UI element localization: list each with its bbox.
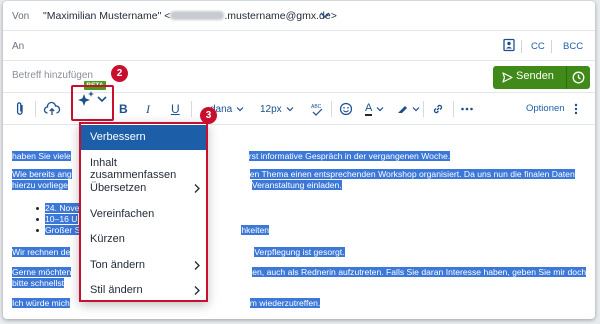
divider — [521, 40, 522, 53]
font-color-a: A — [365, 101, 373, 116]
list-bullet — [36, 207, 39, 210]
step-badge-2: 2 — [111, 65, 128, 82]
menu-item[interactable]: Stil ändern — [81, 278, 206, 303]
font-color-select[interactable]: A — [365, 101, 385, 117]
to-row: An CC BCC — [3, 31, 595, 61]
divider — [35, 101, 36, 117]
from-row: Von "Maximilian Mustername" < .mustername… — [3, 1, 595, 31]
italic-button[interactable]: I — [146, 101, 150, 117]
divider — [566, 66, 567, 89]
chevron-down-icon — [236, 107, 244, 112]
ai-actions-menu: Verbessern Inhalt zusammenfassen Übersetze… — [79, 122, 208, 302]
bcc-button[interactable]: BCC — [563, 41, 583, 52]
cc-button[interactable]: CC — [531, 41, 545, 52]
menu-item[interactable]: Verbessern — [81, 125, 206, 150]
bold-button[interactable]: B — [119, 101, 128, 117]
address-book-icon[interactable] — [502, 38, 516, 52]
send-button[interactable]: Senden — [493, 66, 566, 89]
chevron-down-icon[interactable] — [318, 8, 332, 22]
divider — [551, 40, 552, 53]
svg-text:ABC: ABC — [311, 104, 322, 110]
to-label: An — [12, 41, 25, 52]
chevron-down-icon — [412, 107, 420, 112]
list-bullet — [36, 229, 39, 232]
menu-item[interactable]: Kürzen — [81, 227, 206, 252]
menu-item-label: Verbessern — [90, 131, 146, 143]
attachment-icon[interactable] — [14, 101, 26, 117]
options-button[interactable]: Optionen — [526, 103, 565, 114]
menu-item-label: Ton ändern — [90, 258, 146, 271]
from-name: "Maximilian Mustername" < — [43, 10, 171, 22]
step-badge-3: 3 — [200, 107, 217, 124]
divider — [423, 101, 424, 117]
menu-item[interactable]: Inhalt zusammenfassen — [81, 151, 206, 181]
font-size-value: 12px — [260, 103, 282, 115]
body-paragraph: haben Sie viele rst informative Gespräch … — [12, 151, 451, 161]
link-icon[interactable] — [431, 101, 445, 117]
send-label: Senden — [516, 70, 554, 82]
schedule-clock-icon[interactable] — [572, 71, 585, 84]
send-button-group: Senden — [493, 66, 590, 89]
email-redaction — [170, 11, 225, 20]
spellcheck-icon[interactable]: ABC — [310, 101, 324, 117]
chevron-down-icon — [286, 107, 294, 112]
emoji-icon[interactable] — [339, 101, 353, 117]
from-label: Von — [12, 11, 30, 22]
highlight-color-select[interactable] — [395, 101, 421, 117]
menu-item[interactable]: Ton ändern — [81, 253, 206, 278]
menu-item[interactable]: Übersetzen — [81, 176, 206, 201]
menu-item-label: Stil ändern — [90, 284, 143, 296]
font-size-select[interactable]: 12px — [260, 101, 295, 117]
ai-button-callout-frame — [71, 85, 114, 121]
marker-icon — [398, 106, 407, 113]
chevron-right-icon — [194, 260, 200, 270]
list-item: 24. Nove — [45, 203, 80, 213]
email-compose-window: Von "Maximilian Mustername" < .mustername… — [3, 1, 595, 319]
menu-item-label: Kürzen — [90, 233, 125, 245]
from-address[interactable]: "Maximilian Mustername" < .mustername@gmx… — [43, 10, 337, 22]
list-bullet — [36, 218, 39, 221]
chevron-right-icon — [194, 184, 200, 193]
body-paragraph: bitte schnellst — [12, 278, 65, 288]
send-icon — [502, 72, 513, 83]
vertical-dots-icon[interactable] — [573, 102, 579, 116]
divider — [453, 101, 454, 117]
divider — [191, 101, 192, 117]
underline-button[interactable]: U — [171, 101, 180, 117]
divider — [331, 101, 332, 117]
more-icon[interactable] — [460, 101, 474, 117]
list-item: 10–16 U — [45, 214, 78, 224]
chevron-right-icon — [194, 286, 200, 295]
cloud-upload-icon[interactable] — [43, 101, 61, 117]
menu-item-label: Übersetzen — [90, 182, 147, 194]
menu-item[interactable]: Vereinfachen — [81, 202, 206, 227]
subject-input[interactable]: Betreff hinzufügen — [12, 70, 93, 81]
chevron-down-icon — [376, 107, 384, 112]
menu-item-label: Vereinfachen — [90, 207, 155, 220]
